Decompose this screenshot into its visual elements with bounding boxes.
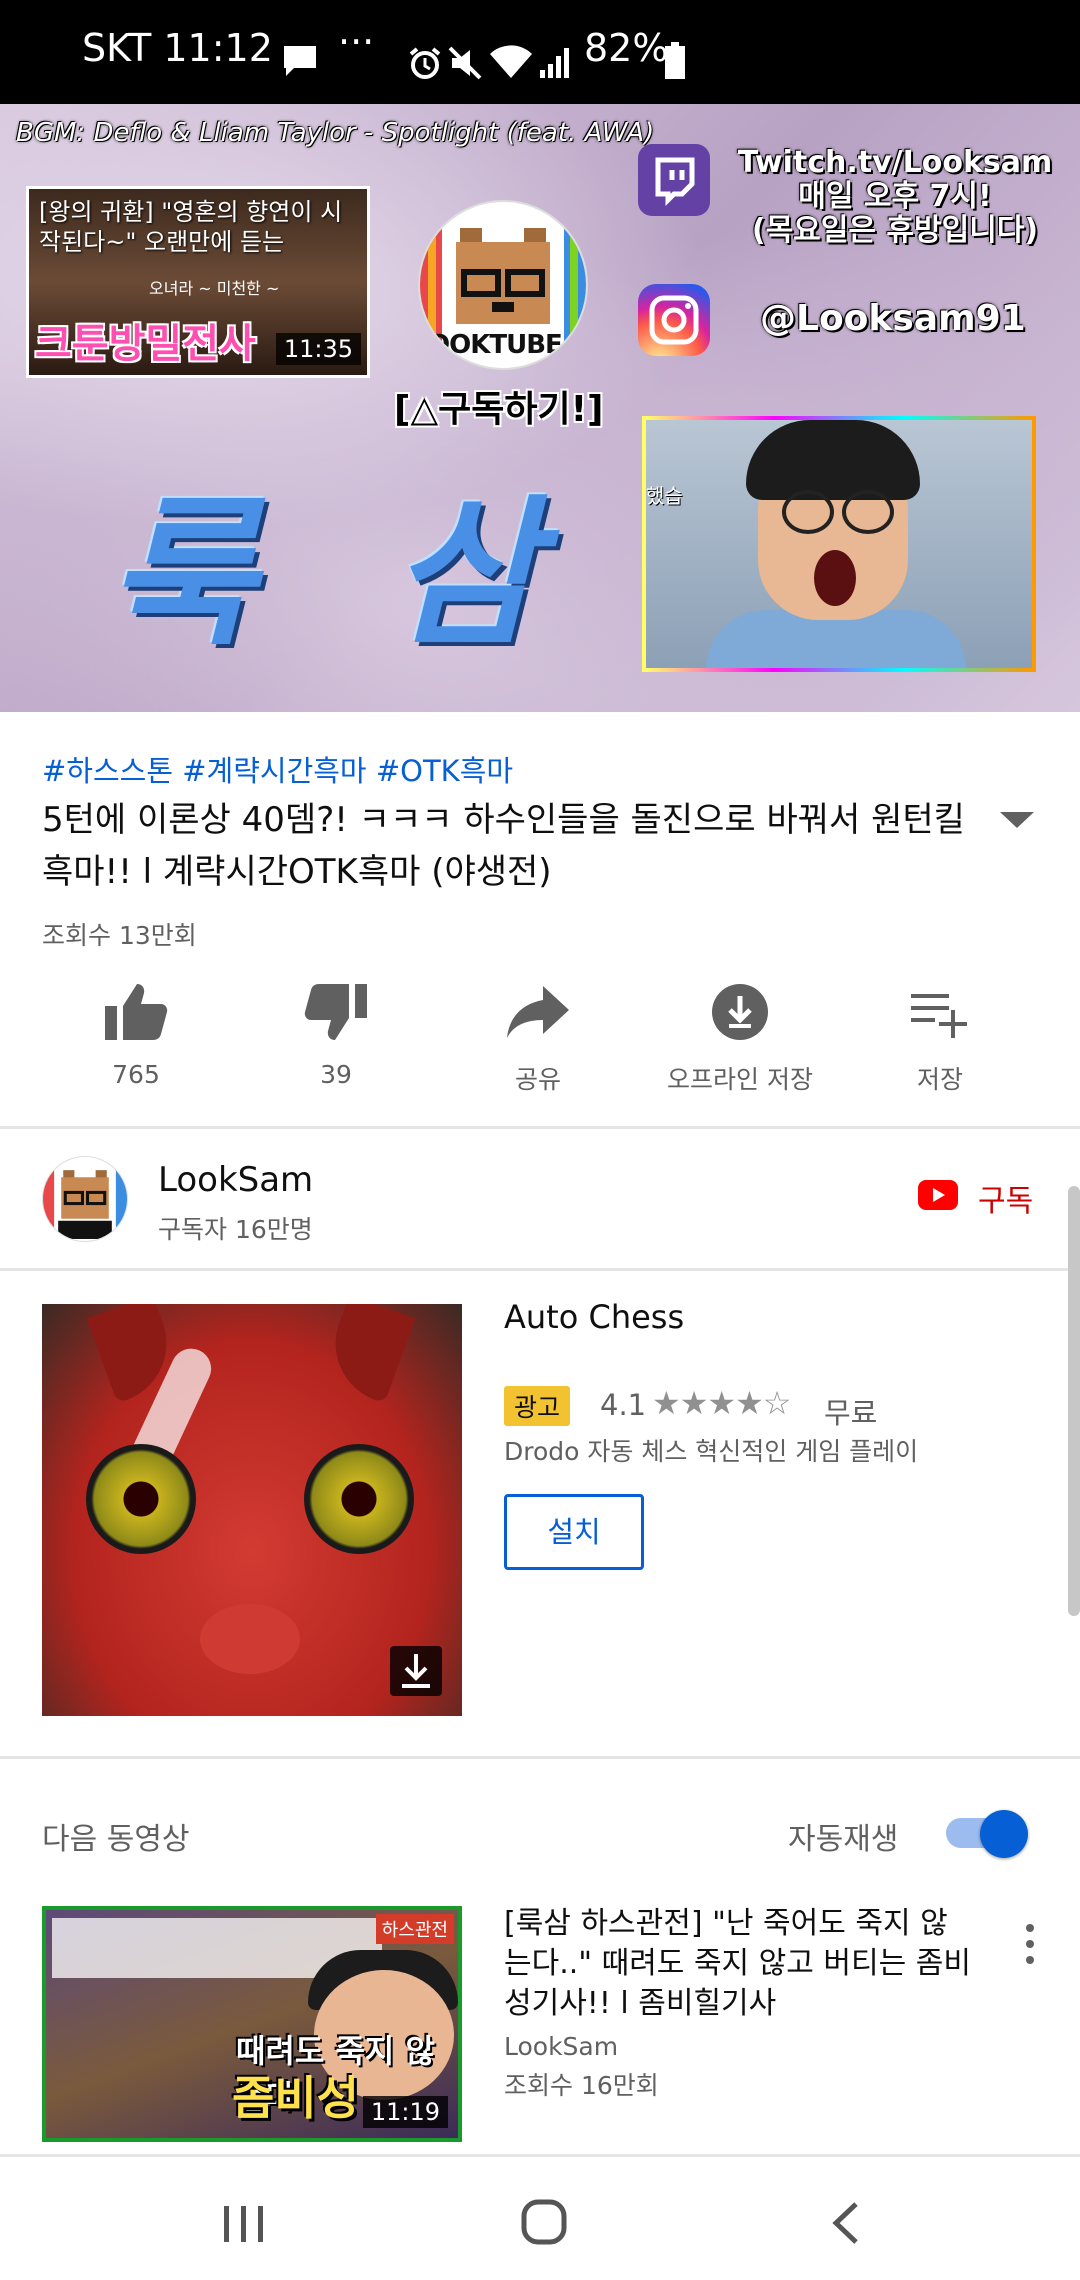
instagram-icon (638, 284, 710, 356)
divider (0, 2154, 1080, 2157)
subscriber-count: 구독자 16만명 (158, 1215, 313, 1244)
mute-icon (448, 46, 482, 80)
offline-save-button[interactable]: 오프라인 저장 (640, 980, 840, 1096)
twitch-icon (638, 144, 710, 216)
save-label: 저장 (916, 1065, 963, 1094)
scrollbar[interactable] (1068, 1186, 1080, 1616)
download-icon (712, 984, 768, 1040)
webcam-overlay: 했습 (642, 416, 1036, 672)
more-dots-icon: ··· (338, 20, 375, 64)
thumbs-up-icon (105, 984, 168, 1040)
video-title[interactable]: 5턴에 이론상 40뎀?! ㅋㅋㅋ 하수인들을 돌진으로 바꿔서 원턴킬 흑마!… (42, 794, 982, 898)
autoplay-toggle[interactable] (946, 1810, 1030, 1858)
home-icon[interactable] (520, 2198, 568, 2246)
view-count: 조회수 13만회 (42, 921, 197, 950)
youtube-icon[interactable] (918, 1180, 958, 1210)
mini-duration: 11:35 (275, 333, 361, 365)
logo-text: OOKTUBE (428, 330, 563, 360)
up-next-label: 다음 동영상 (42, 1822, 190, 1857)
battery-icon (665, 42, 685, 79)
autoplay-label: 자동재생 (788, 1822, 899, 1857)
message-icon (284, 46, 316, 76)
divider (0, 1126, 1080, 1129)
next-video-title[interactable]: [룩삼 하스관전] "난 죽어도 죽지 않는다.." 때려도 죽지 않고 버티는… (504, 1904, 974, 2024)
system-nav-bar (0, 2158, 1080, 2280)
alarm-icon (409, 47, 441, 79)
bgm-caption: BGM: Deflo & Lliam Taylor - Spotlight (f… (16, 118, 655, 148)
ad-rating: 4.1 (600, 1388, 647, 1422)
back-icon[interactable] (830, 2200, 860, 2246)
instagram-handle: @Looksam91 (760, 298, 1026, 339)
offline-save-label: 오프라인 저장 (667, 1065, 813, 1094)
battery-percent: 82% (584, 26, 669, 70)
mini-big-text: 크툰방밀전사 (35, 321, 256, 367)
next-thumb-tag: 하스관전 (375, 1914, 454, 1944)
install-button[interactable]: 설치 (504, 1494, 644, 1570)
next-video-thumbnail[interactable]: 하스관전 때려도 죽지 않는다 좀비성 11:19 (42, 1906, 462, 2142)
status-bar: SKT 11:12 ··· 82% (0, 0, 1080, 104)
more-vert-icon[interactable] (1026, 1924, 1034, 1964)
share-button[interactable]: 공유 (438, 980, 638, 1096)
next-video-views: 조회수 16만회 (504, 2071, 659, 2100)
ad-star-rating: ★★★★☆ (652, 1384, 791, 1422)
divider (0, 1268, 1080, 1271)
divider (0, 1756, 1080, 1759)
mini-sub: 오녀라 ~ 미천한 ~ (149, 279, 280, 298)
save-button[interactable]: 저장 (840, 980, 1040, 1096)
thumbs-down-icon (304, 984, 367, 1040)
channel-big-name: 룩 삼 (108, 480, 579, 667)
channel-name[interactable]: LookSam (158, 1160, 313, 1200)
video-hashtags[interactable]: #하스스톤 #계략시간흑마 #OTK흑마 (42, 748, 513, 790)
next-video-channel: LookSam (504, 2032, 619, 2061)
expand-description-icon[interactable] (1000, 812, 1034, 828)
carrier-time: SKT 11:12 (82, 26, 273, 70)
like-button[interactable]: 765 (36, 980, 236, 1089)
ad-title[interactable]: Auto Chess (504, 1298, 684, 1336)
subscribe-hint: [△구독하기!] (394, 389, 604, 430)
ad-price: 무료 (824, 1396, 878, 1430)
recent-apps-icon[interactable] (222, 2204, 266, 2244)
ad-description: Drodo 자동 체스 혁신적인 게임 플레이 (504, 1437, 919, 1466)
channel-logo-subscribe[interactable]: OOKTUBE (418, 200, 588, 370)
wifi-icon (490, 45, 532, 78)
dislike-count: 39 (320, 1060, 352, 1089)
ad-download-icon[interactable] (390, 1646, 442, 1696)
playlist-add-icon (911, 994, 967, 1038)
next-video-duration: 11:19 (362, 2096, 448, 2128)
dislike-button[interactable]: 39 (236, 980, 436, 1089)
signal-icon (540, 48, 569, 78)
share-icon (507, 986, 569, 1038)
twitch-text: Twitch.tv/Looksam 매일 오후 7시! (목요일은 휴방입니다) (737, 145, 1053, 248)
mini-caption: [왕의 귀환] "영혼의 향연이 시작된다~" 오랜만에 듣는 (39, 198, 343, 256)
subscribe-button[interactable]: 구독 (978, 1176, 1033, 1220)
webcam-label: 했습 (646, 484, 683, 508)
share-label: 공유 (514, 1065, 561, 1094)
channel-avatar[interactable] (42, 1156, 128, 1242)
ad-badge: 광고 (504, 1386, 571, 1426)
video-player[interactable]: BGM: Deflo & Lliam Taylor - Spotlight (f… (0, 104, 1080, 712)
like-count: 765 (112, 1060, 160, 1089)
pixel-bear-icon (43, 1157, 127, 1241)
end-screen-video-thumbnail[interactable]: [왕의 귀환] "영혼의 향연이 시작된다~" 오랜만에 듣는 오녀라 ~ 미천… (26, 186, 370, 378)
next-thumb-text2: 좀비성 (232, 2071, 359, 2125)
